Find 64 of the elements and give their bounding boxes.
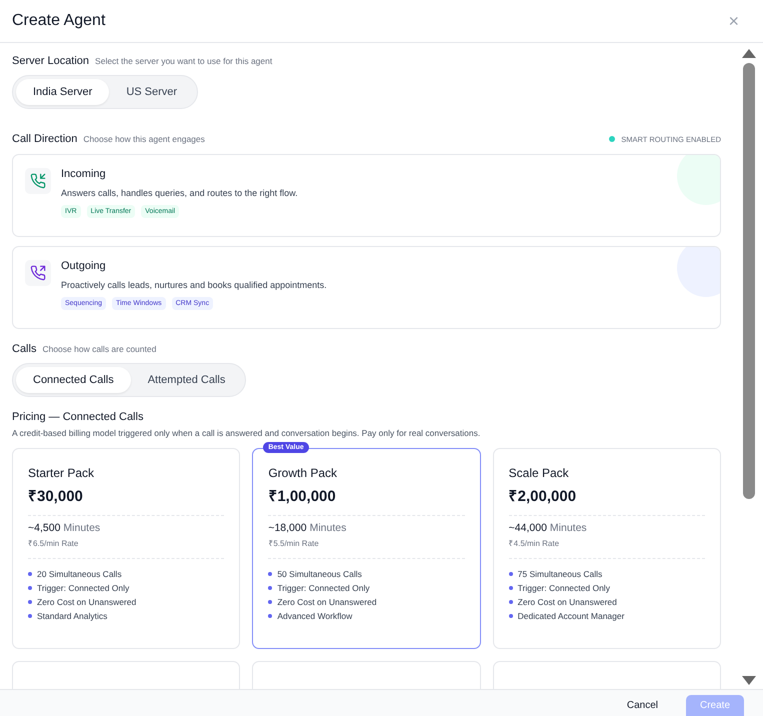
plan-minutes: ~4,500 bbox=[28, 522, 60, 534]
plan-feature: 50 Simultaneous Calls bbox=[277, 569, 362, 579]
plan-price: ₹30,000 bbox=[28, 487, 83, 505]
bullet-icon bbox=[268, 614, 272, 618]
bullet-icon bbox=[268, 600, 272, 604]
section-hint: Choose how calls are counted bbox=[42, 344, 156, 354]
bullet-icon bbox=[28, 600, 32, 604]
plan-card[interactable]: Starter Pack ₹30,000 ~4,500 Minutes ₹6.5/min Rate 20 Simultaneous Calls Trigger: Connected Only Zero Cost on Unanswered Standard Analytics bbox=[12, 448, 240, 649]
plan-feature: Zero Cost on Unanswered bbox=[37, 597, 136, 607]
bullet-icon bbox=[508, 586, 513, 590]
section-label: Calls bbox=[12, 343, 36, 355]
bullet-icon bbox=[508, 600, 513, 604]
bullet-icon bbox=[28, 572, 32, 576]
pricing-description: A credit-based billing model triggered only when a call is answered and conversation begins. Pay only for real conversations. bbox=[12, 428, 482, 438]
plan-minutes: ~18,000 bbox=[268, 522, 307, 534]
plan-card[interactable]: Growth Pack ₹1,00,000 ~18,000 Minutes ₹5.5/min Rate 50 Simultaneous Calls Trigger: Connected Only Zero Cost on Unanswered Advanced Workflow bbox=[252, 448, 481, 649]
plan-minutes: ~44,000 bbox=[508, 522, 547, 534]
cancel-button[interactable]: Cancel bbox=[612, 695, 672, 716]
server-option[interactable]: India Server bbox=[16, 79, 110, 105]
plan-feature: Zero Cost on Unanswered bbox=[518, 597, 617, 607]
server-option[interactable]: US Server bbox=[109, 79, 194, 105]
bullet-icon bbox=[268, 586, 272, 590]
direction-description: Answers calls, handles queries, and routes to the right flow. bbox=[61, 188, 298, 198]
plan-rate: ₹6.5/min Rate bbox=[28, 538, 78, 548]
section-hint: Select the server you want to use for this agent bbox=[95, 56, 272, 66]
plan-feature: Trigger: Connected Only bbox=[277, 583, 370, 593]
plan-name: Scale Pack bbox=[508, 466, 569, 480]
plan-feature: Dedicated Account Manager bbox=[518, 611, 624, 621]
plan-name: Starter Pack bbox=[28, 466, 94, 480]
bullet-icon bbox=[28, 586, 32, 590]
plan-feature: 20 Simultaneous Calls bbox=[37, 569, 122, 579]
calls-option[interactable]: Attempted Calls bbox=[130, 367, 242, 393]
plan-price: ₹1,00,000 bbox=[268, 487, 336, 505]
bullet-icon bbox=[28, 614, 32, 618]
plan-name: Growth Pack bbox=[268, 466, 338, 480]
plan-rate: ₹4.5/min Rate bbox=[508, 538, 560, 548]
plan-feature: Standard Analytics bbox=[37, 611, 108, 621]
plan-feature: Zero Cost on Unanswered bbox=[277, 597, 377, 607]
status-dot bbox=[609, 136, 616, 142]
scrollbar-thumb[interactable] bbox=[743, 63, 755, 499]
bullet-icon bbox=[268, 572, 272, 576]
plan-card[interactable]: Scale Pack ₹2,00,000 ~44,000 Minutes ₹4.5/min Rate 75 Simultaneous Calls Trigger: Connected Only Zero Cost on Unanswered Dedicated Account Manager bbox=[492, 448, 721, 649]
window-title: Create Agent bbox=[12, 12, 106, 30]
direction-description: Proactively calls leads, nurtures and books qualified appointments. bbox=[61, 280, 327, 290]
plan-feature: Trigger: Connected Only bbox=[37, 583, 130, 593]
minutes-unit: Minutes bbox=[310, 522, 346, 534]
section-hint: Choose how this agent engages bbox=[83, 134, 205, 144]
phone-outgoing-icon bbox=[30, 265, 46, 281]
direction-title: Incoming bbox=[61, 168, 106, 180]
minutes-unit: Minutes bbox=[63, 522, 100, 534]
section-label: Call Direction bbox=[12, 133, 78, 145]
pricing-title: Pricing — Connected Calls bbox=[12, 411, 144, 423]
minutes-unit: Minutes bbox=[550, 522, 587, 534]
direction-title: Outgoing bbox=[61, 260, 106, 272]
plan-rate: ₹5.5/min Rate bbox=[268, 538, 319, 548]
plan-feature: Advanced Workflow bbox=[277, 611, 352, 621]
plan-price: ₹2,00,000 bbox=[508, 487, 576, 505]
section-label: Server Location bbox=[12, 55, 90, 67]
plan-feature: 75 Simultaneous Calls bbox=[518, 569, 602, 579]
calls-option[interactable]: Connected Calls bbox=[16, 367, 131, 393]
bullet-icon bbox=[508, 614, 513, 618]
phone-incoming-icon bbox=[30, 173, 46, 189]
plan-feature: Trigger: Connected Only bbox=[518, 583, 610, 593]
bullet-icon bbox=[508, 572, 513, 576]
